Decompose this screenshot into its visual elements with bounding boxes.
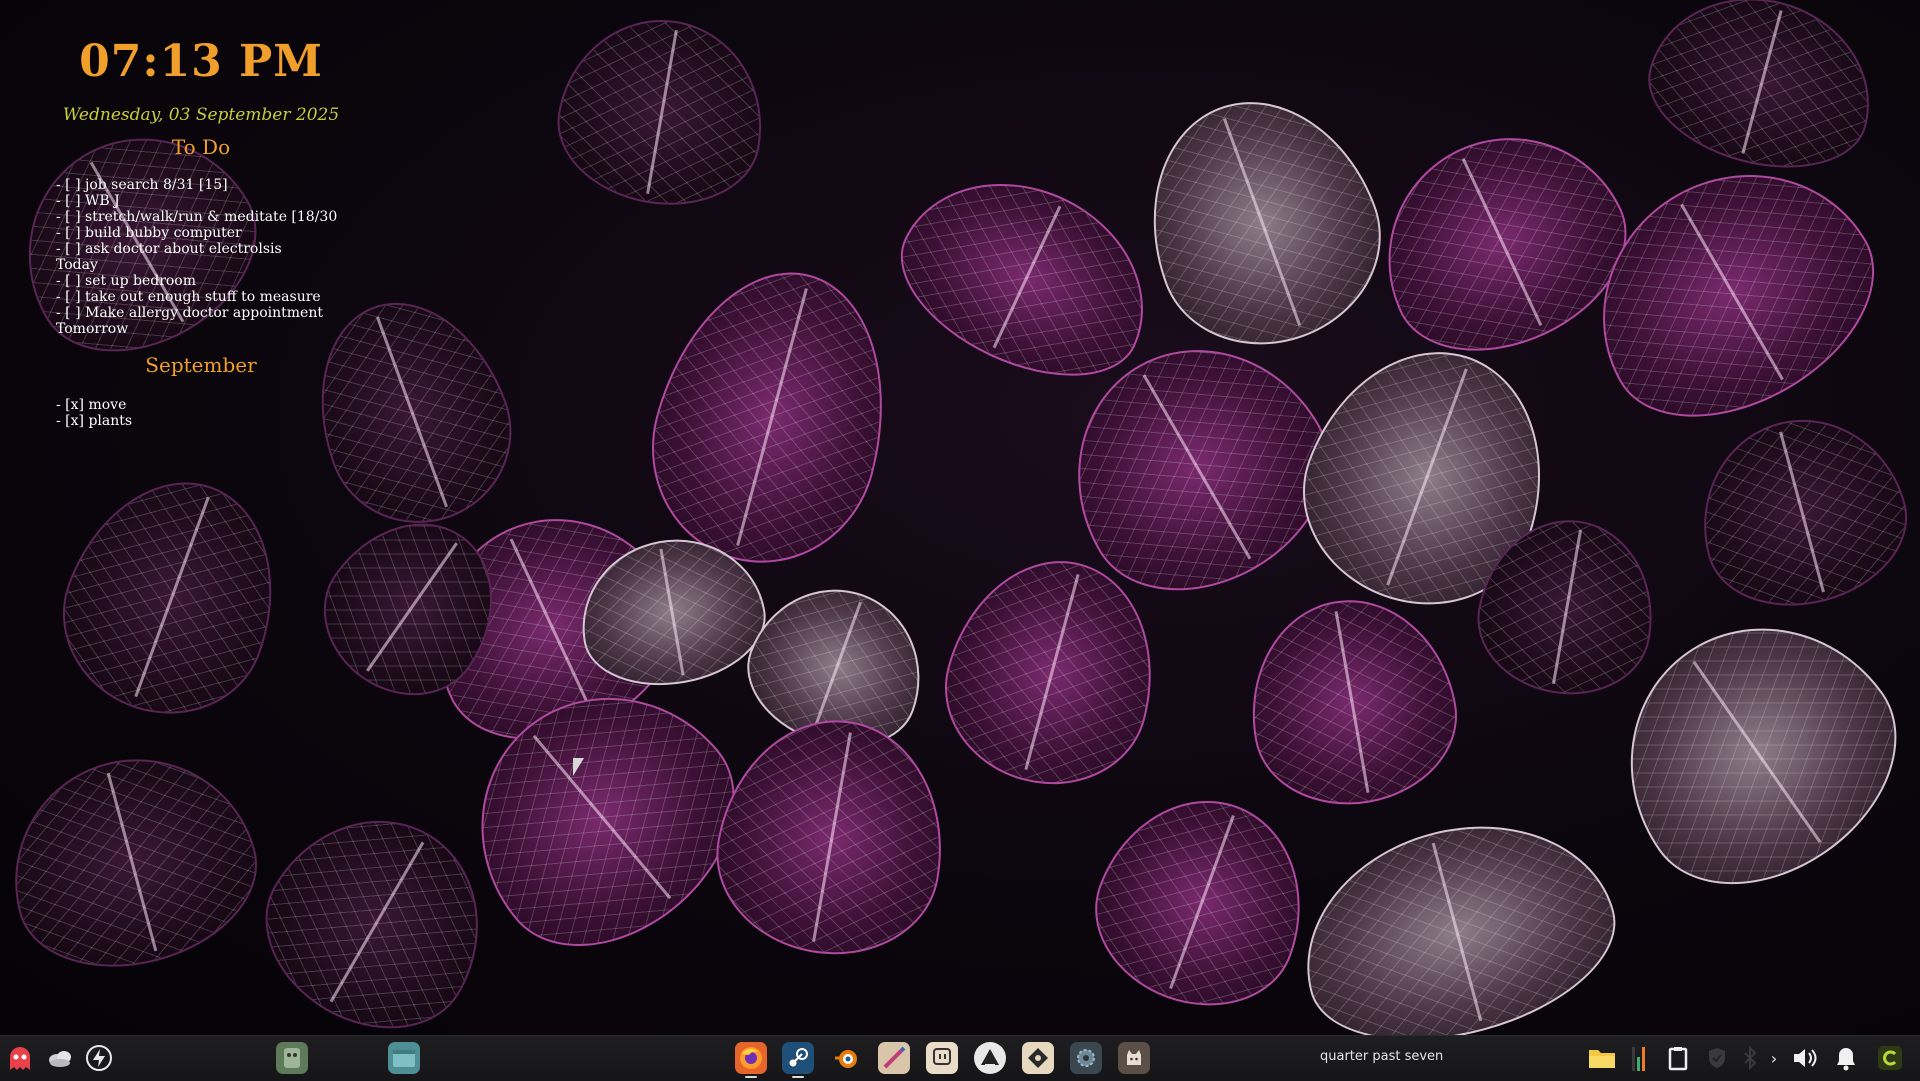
- mouse-cursor-icon: [573, 758, 584, 776]
- september-item: - [x] plants: [56, 413, 133, 429]
- updates-icon[interactable]: [1874, 1042, 1906, 1074]
- firefox-icon[interactable]: [735, 1042, 767, 1078]
- mascot-icon[interactable]: [276, 1042, 308, 1074]
- todo-group-label: Today: [56, 257, 98, 273]
- todo-item: - [ ] take out enough stuff to measure: [56, 289, 321, 305]
- lightning-icon[interactable]: [83, 1042, 115, 1074]
- window-icon[interactable]: [388, 1042, 420, 1074]
- bell-icon[interactable]: [1832, 1042, 1860, 1074]
- september-list: - [x] move - [x] plants: [56, 397, 351, 429]
- ghost-icon[interactable]: [4, 1042, 36, 1074]
- todo-item: - [ ] ask doctor about electrolsis: [56, 241, 282, 257]
- september-item: - [x] move: [56, 397, 127, 413]
- todo-item: - [ ] build bubby computer: [56, 225, 242, 241]
- todo-item: - [ ] stretch/walk/run & meditate [18/30: [56, 209, 338, 225]
- shield-icon[interactable]: [1704, 1042, 1730, 1074]
- active-indicator: [792, 1076, 804, 1078]
- folder-icon[interactable]: [1586, 1042, 1618, 1074]
- clock-time: 07:13 PM: [79, 36, 323, 87]
- desktop-widget: 07:13 PM Wednesday, 03 September 2025 To…: [56, 36, 356, 429]
- time-status-text: quarter past seven: [1320, 1049, 1444, 1064]
- todo-item: - [ ] Make allergy doctor appointment: [56, 305, 323, 321]
- todo-group-label: Tomorrow: [56, 321, 129, 337]
- clipboard-icon[interactable]: [1664, 1042, 1692, 1074]
- cloud-icon[interactable]: [44, 1042, 76, 1074]
- september-heading: September: [145, 353, 257, 377]
- todo-item: - [ ] WB J: [56, 193, 120, 209]
- speaker-icon[interactable]: [1790, 1042, 1820, 1074]
- twitch-icon[interactable]: [926, 1042, 958, 1074]
- inkscape-icon[interactable]: [974, 1042, 1006, 1074]
- todo-item: - [ ] set up bedroom: [56, 273, 197, 289]
- audio-bars-icon: [1630, 1042, 1650, 1074]
- krita-icon[interactable]: [878, 1042, 910, 1074]
- gear-icon[interactable]: [1070, 1042, 1102, 1074]
- cat-icon[interactable]: [1118, 1042, 1150, 1074]
- blender-icon[interactable]: [830, 1042, 862, 1074]
- chevron-right-icon[interactable]: ›: [1766, 1042, 1782, 1074]
- steam-icon[interactable]: [782, 1042, 814, 1078]
- bluetooth-icon[interactable]: [1738, 1042, 1762, 1074]
- active-indicator: [745, 1076, 757, 1078]
- todo-item: - [ ] job search 8/31 [15]: [56, 177, 228, 193]
- taskbar: quarter past seven ›: [0, 1035, 1920, 1081]
- todo-list: - [ ] job search 8/31 [15] - [ ] WB J - …: [56, 177, 351, 337]
- date-label: Wednesday, 03 September 2025: [62, 105, 340, 125]
- vpn-icon[interactable]: [1022, 1042, 1054, 1074]
- todo-heading: To Do: [171, 135, 231, 159]
